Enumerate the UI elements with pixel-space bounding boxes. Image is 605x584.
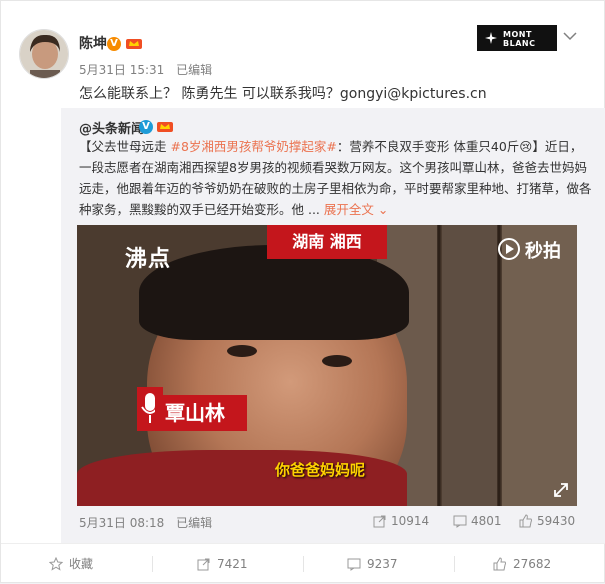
chevron-down-icon[interactable]: ⌄ (374, 202, 388, 217)
comment-icon (347, 558, 361, 571)
comment-count-value: 4801 (471, 514, 502, 528)
repost-text: 【父去世母远走 #8岁湘西男孩帮爷奶撑起家#：营养不良双手变形 体重只40斤😢】… (79, 136, 592, 220)
divider (303, 556, 304, 572)
verified-icon: V (139, 120, 153, 134)
weibo-card: 陈坤 V 5月31日 15:31 已编辑 MONT BLANC 怎么能联系上？ … (0, 0, 605, 583)
text-rest: ：营养不良双手变形 体重只40斤 (336, 139, 520, 154)
repost-button[interactable]: 7421 (197, 544, 248, 584)
member-crown-icon (126, 39, 142, 49)
avatar[interactable] (19, 29, 69, 79)
member-crown-icon (157, 122, 173, 132)
play-icon[interactable] (497, 237, 521, 261)
hashtag-link[interactable]: #8岁湘西男孩帮爷奶撑起家# (170, 139, 336, 154)
video-logo: 沸点 (125, 247, 172, 272)
comment-count[interactable]: 4801 (453, 514, 502, 528)
comment-icon (453, 515, 467, 528)
repost-count[interactable]: 10914 (373, 514, 429, 528)
location-tag: 湖南 湘西 (267, 225, 387, 259)
text-prefix: 【父去世母远走 (79, 139, 171, 154)
repost-icon (197, 558, 210, 571)
eye (227, 345, 257, 357)
repost-meta: 5月31日 08:18 已编辑 (79, 514, 220, 531)
post-meta: 5月31日 15:31 已编辑 (79, 61, 220, 78)
repost-button-count: 7421 (217, 557, 248, 571)
brand-line2: BLANC (503, 39, 536, 48)
divider (454, 556, 455, 572)
repost-icon (373, 515, 386, 528)
comment-button[interactable]: 9237 (347, 544, 398, 584)
edited-label: 已编辑 (176, 63, 213, 77)
expand-full-link[interactable]: 展开全文 (324, 202, 374, 217)
like-icon (519, 514, 532, 528)
video-player[interactable]: 沸点 湖南 湘西 秒拍 覃山林 你爸爸妈妈呢 (77, 225, 577, 506)
favorite-icon (48, 556, 64, 571)
post-text: 怎么能联系上？ 陈勇先生 可以联系我吗？gongyi@kpictures.cn (79, 86, 487, 102)
repost-date[interactable]: 5月31日 08:18 (79, 516, 164, 530)
post-date[interactable]: 5月31日 15:31 (79, 63, 164, 77)
chevron-down-icon[interactable] (563, 31, 577, 41)
like-icon (493, 557, 506, 571)
author-name[interactable]: 陈坤 (79, 33, 107, 53)
like-button-count: 27682 (513, 557, 552, 571)
action-bar: 收藏 7421 9237 27682 (1, 543, 605, 583)
edited-label: 已编辑 (176, 516, 213, 530)
name-caption: 覃山林 (155, 395, 247, 431)
expand-icon[interactable] (553, 482, 569, 498)
repost-count-value: 10914 (391, 514, 430, 528)
like-count-value: 59430 (537, 514, 576, 528)
video-subtitle: 你爸爸妈妈呢 (275, 461, 366, 479)
brand-logo[interactable]: MONT BLANC (477, 25, 557, 51)
like-count[interactable]: 59430 (519, 514, 575, 528)
cry-emoji-icon: 😢 (519, 139, 533, 154)
vip-badge-icon: V (107, 37, 121, 51)
brand-line1: MONT (503, 30, 532, 39)
divider (152, 556, 153, 572)
repost-box: @头条新闻 V 【父去世母远走 #8岁湘西男孩帮爷奶撑起家#：营养不良双手变形 … (61, 108, 605, 543)
favorite-button[interactable]: 收藏 (48, 544, 94, 584)
repost-author[interactable]: @头条新闻 (79, 118, 144, 137)
comment-button-count: 9237 (367, 557, 398, 571)
platform-logo: 秒拍 (525, 241, 561, 262)
brand-star-icon (485, 32, 497, 44)
like-button[interactable]: 27682 (493, 544, 551, 584)
boy-hair (139, 245, 409, 340)
eye (322, 355, 352, 367)
favorite-label: 收藏 (69, 557, 94, 571)
